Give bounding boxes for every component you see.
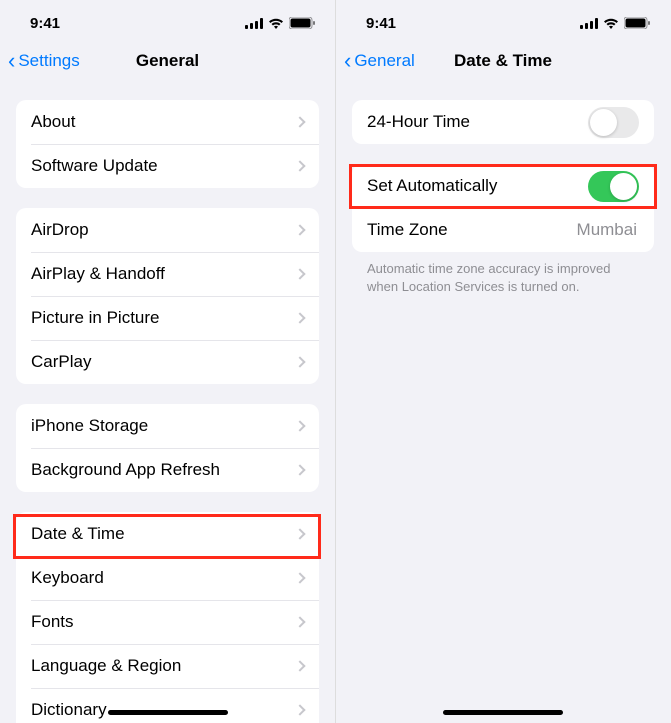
timezone-value: Mumbai (577, 220, 637, 240)
chevron-right-icon (294, 572, 305, 583)
chevron-right-icon (294, 464, 305, 475)
chevron-right-icon (294, 704, 305, 715)
row-dictionary[interactable]: Dictionary (16, 688, 319, 723)
battery-icon (289, 17, 315, 29)
row-label: Keyboard (31, 568, 288, 588)
row-language-region[interactable]: Language & Region (16, 644, 319, 688)
row-label: AirDrop (31, 220, 288, 240)
status-time: 9:41 (366, 15, 396, 32)
chevron-left-icon: ‹ (8, 50, 15, 72)
row-keyboard[interactable]: Keyboard (16, 556, 319, 600)
row-date-time[interactable]: Date & Time (16, 512, 319, 556)
settings-group-storage: iPhone Storage Background App Refresh (16, 404, 319, 492)
row-label: Date & Time (31, 524, 288, 544)
back-button[interactable]: ‹ Settings (8, 50, 80, 72)
row-label: iPhone Storage (31, 416, 288, 436)
status-indicators (580, 17, 650, 29)
home-indicator[interactable] (443, 710, 563, 715)
toggle-knob-icon (610, 173, 637, 200)
screen-date-time: 9:41 ‹ General Date & Time 24-Hour Time (335, 0, 670, 723)
nav-bar: ‹ General Date & Time (336, 40, 670, 82)
chevron-right-icon (294, 356, 305, 367)
battery-icon (624, 17, 650, 29)
chevron-right-icon (294, 312, 305, 323)
cellular-signal-icon (245, 18, 263, 29)
status-bar: 9:41 (336, 0, 670, 40)
back-button[interactable]: ‹ General (344, 50, 415, 72)
chevron-right-icon (294, 268, 305, 279)
row-airplay-handoff[interactable]: AirPlay & Handoff (16, 252, 319, 296)
wifi-icon (603, 17, 619, 29)
toggle-24-hour[interactable] (588, 107, 639, 138)
row-label: Picture in Picture (31, 308, 288, 328)
toggle-set-automatically[interactable] (588, 171, 639, 202)
settings-content: About Software Update AirDrop AirPlay & … (0, 100, 335, 723)
page-title: General (136, 51, 199, 71)
row-about[interactable]: About (16, 100, 319, 144)
settings-group-about: About Software Update (16, 100, 319, 188)
status-indicators (245, 17, 315, 29)
row-label: About (31, 112, 288, 132)
row-24-hour-time: 24-Hour Time (352, 100, 654, 144)
status-bar: 9:41 (0, 0, 335, 40)
row-label: 24-Hour Time (367, 112, 588, 132)
row-software-update[interactable]: Software Update (16, 144, 319, 188)
back-label: Settings (18, 51, 79, 71)
row-time-zone[interactable]: Time Zone Mumbai (352, 208, 654, 252)
row-picture-in-picture[interactable]: Picture in Picture (16, 296, 319, 340)
wifi-icon (268, 17, 284, 29)
row-airdrop[interactable]: AirDrop (16, 208, 319, 252)
home-indicator[interactable] (108, 710, 228, 715)
row-label: Time Zone (367, 220, 577, 240)
settings-group-system: Date & Time Keyboard Fonts Language & Re… (16, 512, 319, 723)
row-set-automatically: Set Automatically (352, 164, 654, 208)
chevron-right-icon (294, 660, 305, 671)
date-time-content: 24-Hour Time Set Automatically Time Zone… (336, 100, 670, 295)
row-label: Fonts (31, 612, 288, 632)
row-label: Background App Refresh (31, 460, 288, 480)
settings-group-connectivity: AirDrop AirPlay & Handoff Picture in Pic… (16, 208, 319, 384)
footer-note: Automatic time zone accuracy is improved… (352, 252, 654, 295)
row-label: Software Update (31, 156, 288, 176)
row-label: Set Automatically (367, 176, 588, 196)
back-label: General (354, 51, 414, 71)
group-auto-timezone: Set Automatically Time Zone Mumbai (352, 164, 654, 252)
row-label: Language & Region (31, 656, 288, 676)
chevron-right-icon (294, 616, 305, 627)
chevron-left-icon: ‹ (344, 50, 351, 72)
nav-bar: ‹ Settings General (0, 40, 335, 82)
row-label: AirPlay & Handoff (31, 264, 288, 284)
chevron-right-icon (294, 160, 305, 171)
row-label: CarPlay (31, 352, 288, 372)
group-24hour: 24-Hour Time (352, 100, 654, 144)
page-title: Date & Time (454, 51, 552, 71)
chevron-right-icon (294, 420, 305, 431)
screen-general: 9:41 ‹ Settings General About (0, 0, 335, 723)
row-iphone-storage[interactable]: iPhone Storage (16, 404, 319, 448)
cellular-signal-icon (580, 18, 598, 29)
toggle-knob-icon (590, 109, 617, 136)
row-background-app-refresh[interactable]: Background App Refresh (16, 448, 319, 492)
chevron-right-icon (294, 224, 305, 235)
status-time: 9:41 (30, 15, 60, 32)
row-carplay[interactable]: CarPlay (16, 340, 319, 384)
chevron-right-icon (294, 528, 305, 539)
row-fonts[interactable]: Fonts (16, 600, 319, 644)
chevron-right-icon (294, 116, 305, 127)
